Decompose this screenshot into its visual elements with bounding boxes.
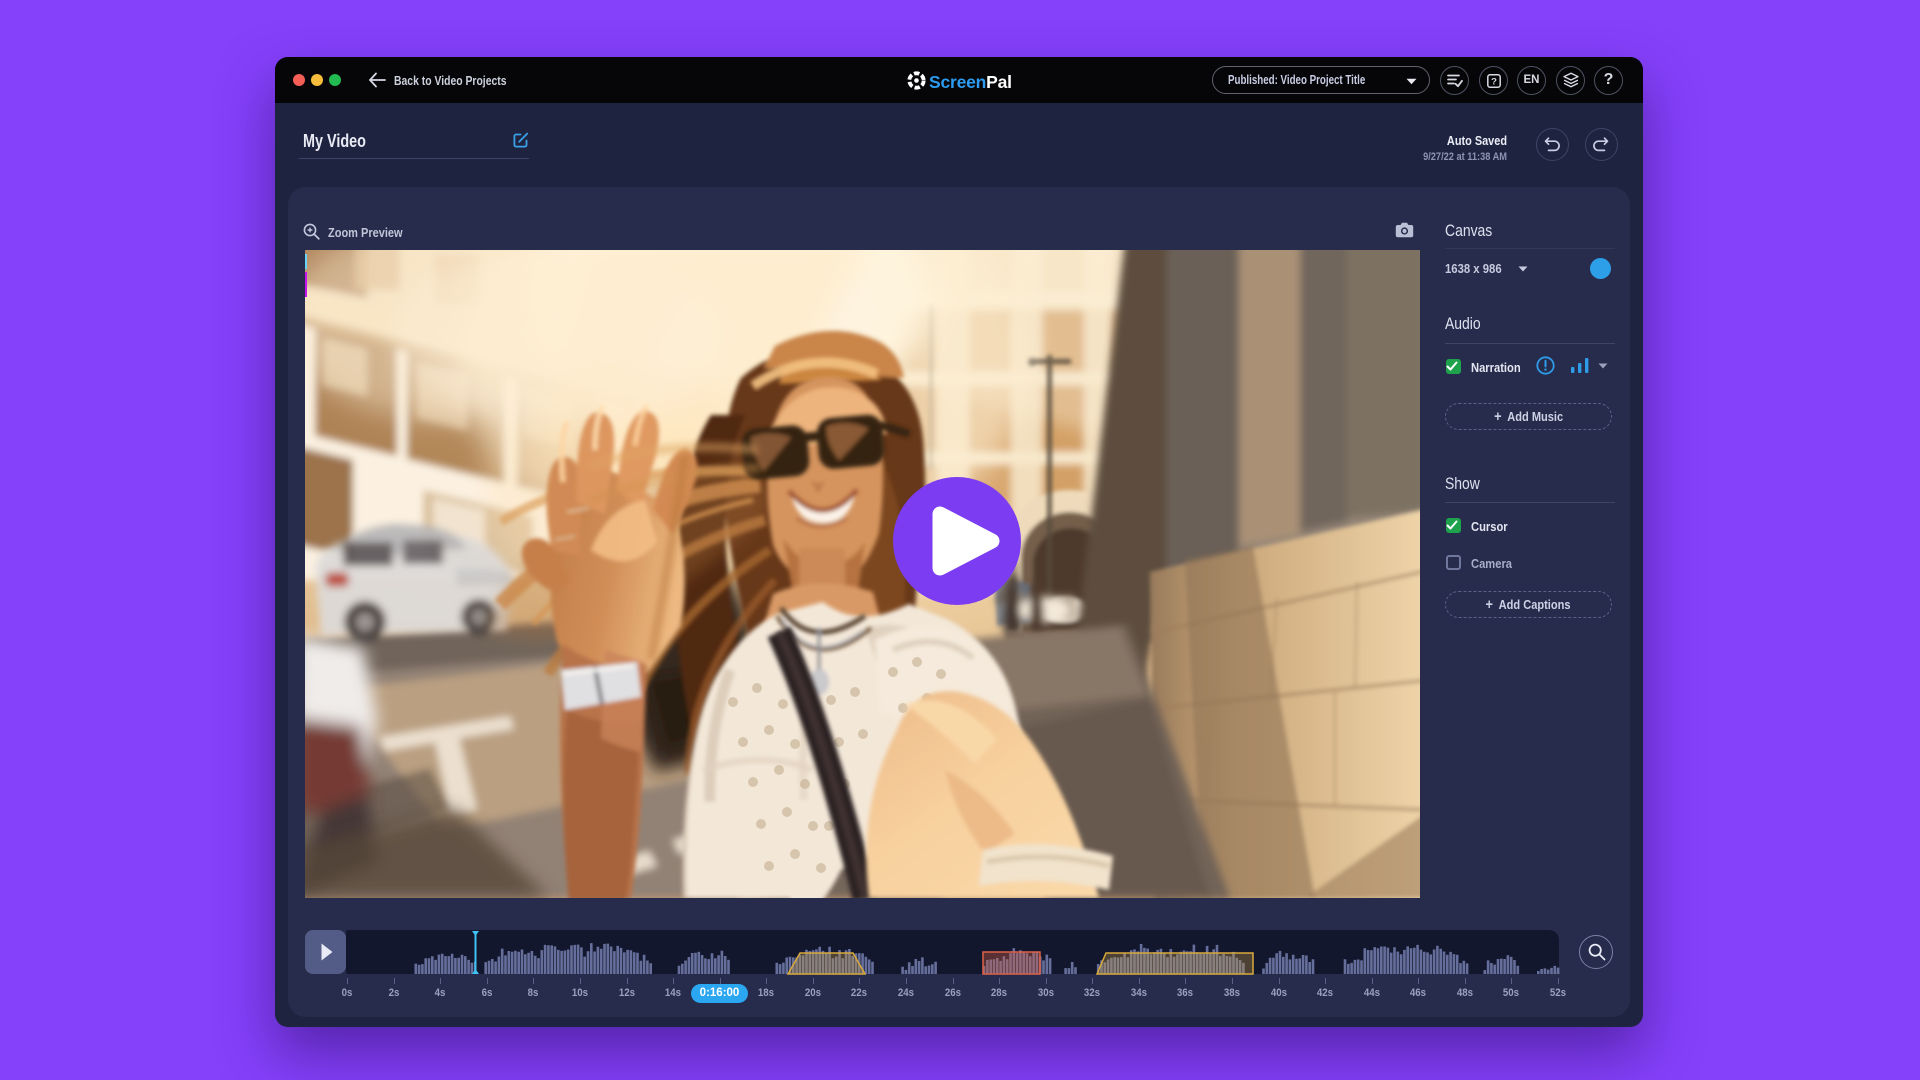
svg-text:?: ? — [1491, 76, 1497, 87]
